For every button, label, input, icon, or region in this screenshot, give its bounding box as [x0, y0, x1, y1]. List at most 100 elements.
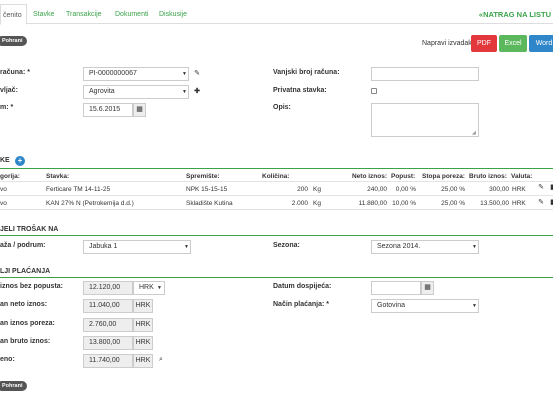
date-input[interactable]: 15.6.2015: [83, 103, 133, 117]
add-plus-icon[interactable]: ✚: [191, 85, 203, 99]
total-label: eno:: [0, 356, 15, 363]
back-to-list-link[interactable]: «NATRAG NA LISTU: [479, 10, 551, 19]
save-button-bottom[interactable]: Pohrani: [0, 381, 28, 391]
cell-discount: 0,00 %: [395, 186, 416, 193]
cell-currency: HRK: [512, 200, 526, 207]
chevron-down-icon: ▼: [182, 89, 187, 95]
payment-method-label: Način plaćanja: *: [273, 301, 330, 308]
cell-discount: 10,00 %: [392, 200, 416, 207]
cell-tax-rate: 25,00 %: [441, 200, 465, 207]
chevron-down-icon: ▼: [184, 244, 189, 250]
tax-amount-label: an iznos poreza:: [0, 320, 55, 327]
supplier-label: vljač:: [0, 87, 18, 94]
invoice-number-label: računa: *: [0, 69, 30, 76]
orchard-select[interactable]: Jabuka 1: [83, 240, 191, 254]
total-value: 11.740,00: [83, 354, 133, 368]
header-divider: [0, 181, 553, 182]
description-label: Opis:: [273, 104, 291, 111]
cell-unit: Kg: [313, 186, 321, 193]
cell-quantity: 200: [297, 186, 308, 193]
gross-amount-currency: HRK: [133, 336, 153, 350]
cell-item: KAN 27% N (Petrokemija d.d.): [46, 200, 134, 207]
pdf-export-button[interactable]: PDF: [471, 35, 497, 52]
due-date-input[interactable]: [371, 281, 421, 295]
row-divider: [0, 195, 553, 196]
col-item: Stavka:: [46, 173, 70, 180]
col-quantity: Količina:: [262, 173, 290, 180]
tax-amount-value: 2.760,00: [83, 318, 133, 332]
cell-gross: 300,00: [489, 186, 509, 193]
delete-trash-icon[interactable]: ▮: [546, 196, 553, 210]
tab-transactions[interactable]: Transakcije: [66, 6, 102, 24]
chevron-down-icon: ▼: [157, 285, 162, 291]
chevron-down-icon: ▼: [472, 244, 477, 250]
net-amount-value: 11.040,00: [83, 299, 133, 313]
excel-export-button[interactable]: Excel: [499, 35, 527, 52]
tab-documents[interactable]: Dokumenti: [115, 6, 148, 24]
season-label: Sezona:: [273, 242, 300, 249]
tab-bar: čenito Stavke Transakcije Dokumenti Disk…: [0, 0, 553, 25]
col-discount: Popust:: [391, 173, 416, 180]
net-amount-currency: HRK: [133, 299, 153, 313]
private-item-label: Privatna stavka:: [273, 87, 327, 94]
gross-without-discount-label: iznos bez popusta:: [0, 283, 63, 290]
col-category: gorija:: [0, 173, 20, 180]
gross-amount-value: 13.800,00: [83, 336, 133, 350]
save-button-top[interactable]: Pohrani: [0, 36, 28, 46]
items-section-title: KE: [0, 157, 10, 164]
cell-storage: NPK 15-15-15: [186, 186, 228, 193]
total-currency: HRK: [133, 354, 153, 368]
supplier-select[interactable]: Agrovita: [83, 85, 189, 99]
description-textarea[interactable]: [371, 103, 479, 137]
back-to-list-label: NATRAG NA LISTU: [483, 10, 551, 19]
due-date-label: Datum dospijeća:: [273, 283, 332, 290]
cell-tax-rate: 25,00 %: [441, 186, 465, 193]
cell-category: vo: [0, 200, 7, 207]
col-storage: Spremište:: [186, 173, 220, 180]
row-divider: [0, 209, 553, 210]
chevron-down-icon: ▼: [182, 71, 187, 77]
edit-pencil-icon[interactable]: ✎: [191, 67, 203, 81]
calendar-icon[interactable]: ▦: [133, 103, 146, 117]
tab-general[interactable]: čenito: [0, 4, 27, 25]
calendar-icon[interactable]: ▦: [421, 281, 434, 295]
col-currency: Valuta:: [511, 173, 533, 180]
resize-handle-icon: ◢: [472, 130, 476, 136]
delete-trash-icon[interactable]: ▮: [546, 181, 553, 195]
private-item-checkbox[interactable]: [371, 88, 377, 94]
cost-section-title: JELI TROŠAK NA: [0, 226, 59, 233]
season-select[interactable]: Sezona 2014.: [371, 240, 479, 254]
net-amount-label: an neto iznos:: [0, 301, 48, 308]
chevron-down-icon: ▼: [472, 303, 477, 309]
add-item-icon[interactable]: +: [15, 156, 25, 166]
gross-amount-label: an bruto iznos:: [0, 338, 51, 345]
external-number-label: Vanjski broj računa:: [273, 69, 340, 76]
tab-items[interactable]: Stavke: [33, 6, 54, 24]
cell-category: vo: [0, 186, 7, 193]
word-export-button[interactable]: Word: [529, 35, 553, 52]
orchard-label: aža / podrum:: [0, 242, 46, 249]
gross-without-discount-value: 12.120,00: [83, 281, 133, 295]
cell-quantity: 2.000: [291, 200, 308, 207]
invoice-number-select[interactable]: PI-0000000067: [83, 67, 189, 81]
cell-net: 240,00: [367, 186, 387, 193]
cell-gross: 13.500,00: [480, 200, 509, 207]
payment-section-rule: [0, 277, 553, 278]
cost-section-rule: [0, 235, 553, 236]
cell-unit: Kg: [313, 200, 321, 207]
magnifier-icon[interactable]: ⌕: [155, 353, 167, 367]
col-gross: Bruto iznos:: [469, 173, 507, 180]
external-number-input[interactable]: [371, 67, 479, 81]
export-label: Napravi izvadak:: [422, 40, 474, 47]
payment-section-title: LJI PLAĆANJA: [0, 268, 51, 275]
tab-discussions[interactable]: Diskusije: [159, 6, 187, 24]
col-tax-rate: Stopa poreza:: [422, 173, 465, 180]
cell-net: 11.880,00: [358, 200, 387, 207]
cell-currency: HRK: [512, 186, 526, 193]
date-label: m: *: [0, 104, 14, 111]
tax-amount-currency: HRK: [133, 318, 153, 332]
cell-item: Ferticare TM 14-11-25: [46, 186, 111, 193]
items-section-rule: [0, 168, 553, 169]
payment-method-select[interactable]: Gotovina: [371, 299, 479, 313]
cell-storage: Skladište Kutina: [186, 200, 233, 207]
